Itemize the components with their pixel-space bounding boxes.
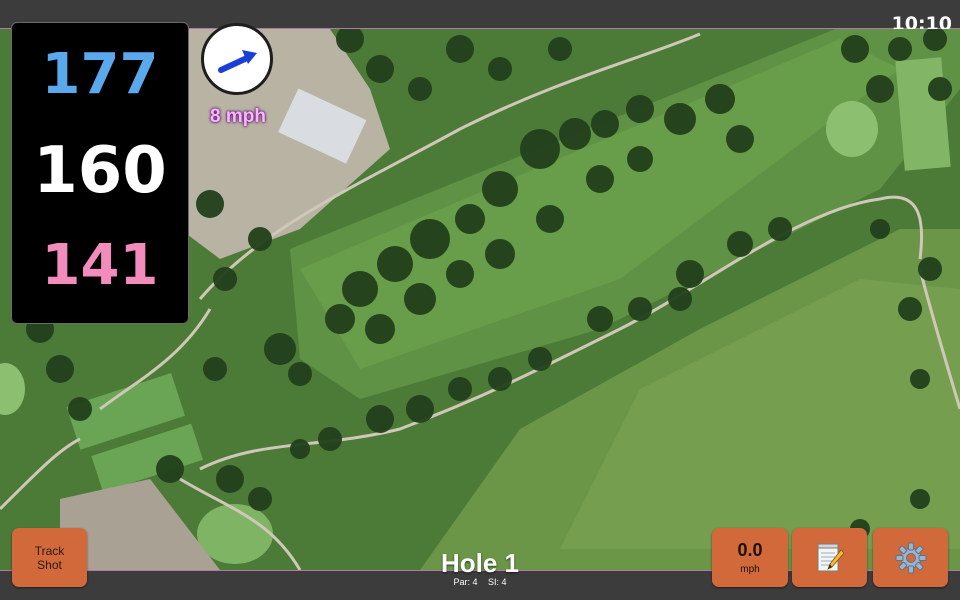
wind-meter-value: 0.0 xyxy=(737,540,763,560)
front-distance: 141 xyxy=(41,233,159,298)
wind-meter-button[interactable]: 0.0 mph xyxy=(712,528,788,587)
wind-speed-label: 8 mph xyxy=(210,106,266,127)
notes-button[interactable] xyxy=(792,528,867,587)
arrow-right-up-icon xyxy=(218,50,257,73)
back-distance: 177 xyxy=(41,42,159,107)
track-shot-label-line1: Track xyxy=(34,543,65,558)
stroke-index-label: SI: 4 xyxy=(488,577,507,587)
wind-direction-indicator[interactable] xyxy=(201,23,273,95)
track-shot-label-line2: Shot xyxy=(37,557,62,572)
track-shot-button[interactable]: Track Shot xyxy=(12,528,87,587)
hole-title: Hole 1 xyxy=(440,548,520,578)
settings-button[interactable] xyxy=(873,528,948,587)
hole-info: Par: 4 SI: 4 xyxy=(380,577,580,587)
gear-icon xyxy=(895,542,926,573)
distance-panel: 177 160 141 xyxy=(11,22,189,324)
par-label: Par: 4 xyxy=(453,577,478,587)
wind-meter-unit: mph xyxy=(740,564,760,575)
notepad-pencil-icon xyxy=(817,543,845,571)
middle-distance: 160 xyxy=(33,134,167,208)
